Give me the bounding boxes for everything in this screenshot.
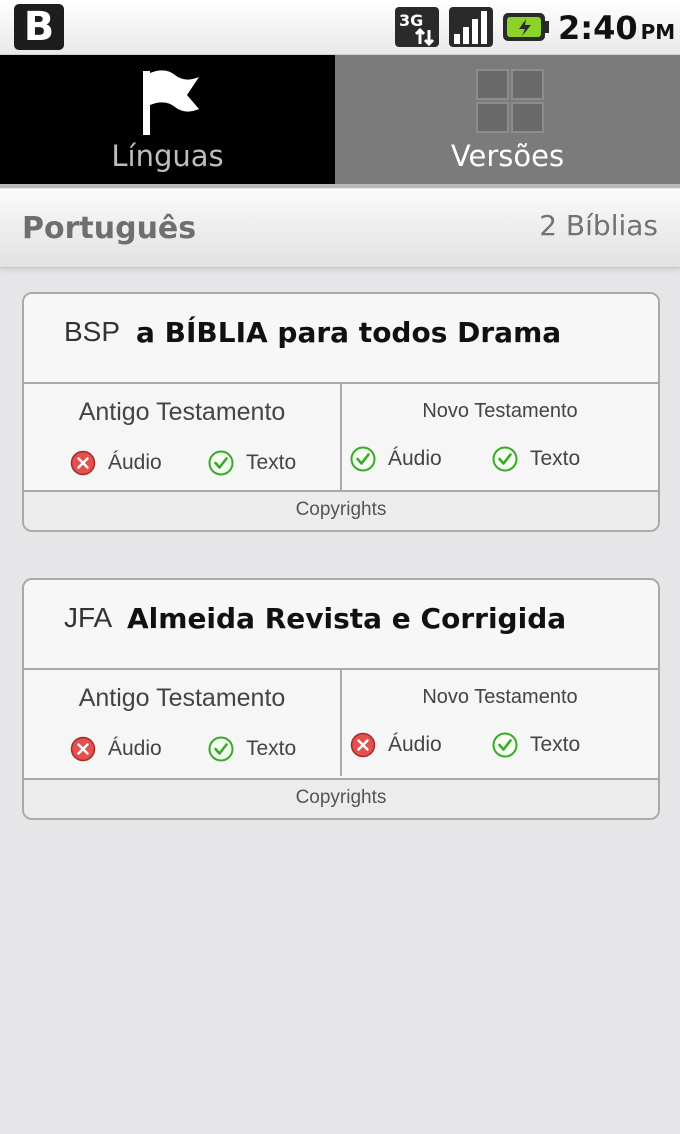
bible-count: 2 Bíblias	[539, 209, 658, 242]
new-testament-text: Texto	[492, 730, 580, 760]
available-check-icon	[208, 450, 234, 476]
network-3g-icon: 3G	[395, 7, 439, 47]
battery-charging-icon	[503, 13, 549, 41]
tab-versoes-label: Versões	[450, 139, 565, 173]
bible-abbreviation: JFA	[64, 602, 113, 633]
testaments-row: Antigo Testamento Áudio Texto Novo Testa…	[24, 670, 658, 776]
copyrights-link[interactable]: Copyrights	[24, 778, 658, 818]
tab-linguas-label: Línguas	[111, 139, 224, 173]
bible-card[interactable]: JFA Almeida Revista e Corrigida Antigo T…	[22, 578, 660, 820]
audio-label: Áudio	[388, 447, 442, 470]
new-testament-title: Novo Testamento	[422, 400, 578, 422]
audio-label: Áudio	[108, 737, 162, 760]
old-testament-cell[interactable]: Antigo Testamento Áudio Texto	[24, 670, 342, 776]
available-check-icon	[350, 446, 376, 472]
new-testament-audio: Áudio	[350, 730, 442, 760]
audio-label: Áudio	[388, 733, 442, 756]
new-testament-cell[interactable]: Novo Testamento Áudio Texto	[342, 670, 658, 776]
unavailable-x-icon	[70, 736, 96, 762]
bible-card-header[interactable]: JFA Almeida Revista e Corrigida	[24, 580, 658, 670]
text-label: Texto	[530, 447, 581, 470]
new-testament-audio: Áudio	[350, 444, 442, 474]
old-testament-audio: Áudio	[70, 734, 162, 764]
bible-card-header[interactable]: BSP a BÍBLIA para todos Drama	[24, 294, 658, 384]
bible-abbreviation: BSP	[64, 316, 121, 347]
audio-label: Áudio	[108, 451, 162, 474]
tab-divider	[0, 184, 680, 188]
available-check-icon	[492, 732, 518, 758]
clock: 2:40 PM	[558, 8, 675, 48]
unavailable-x-icon	[350, 732, 376, 758]
bible-name: Almeida Revista e Corrigida	[127, 602, 567, 635]
text-label: Texto	[246, 737, 297, 760]
text-label: Texto	[246, 451, 297, 474]
unavailable-x-icon	[70, 450, 96, 476]
language-section-header: Português 2 Bíblias	[0, 189, 680, 268]
svg-text:3G: 3G	[399, 11, 423, 30]
old-testament-title: Antigo Testamento	[78, 684, 286, 712]
testaments-row: Antigo Testamento Áudio Texto Novo Testa…	[24, 384, 658, 490]
new-testament-cell[interactable]: Novo Testamento Áudio Texto	[342, 384, 658, 490]
new-testament-title: Novo Testamento	[422, 686, 578, 708]
bible-card[interactable]: BSP a BÍBLIA para todos Drama Antigo Tes…	[22, 292, 660, 532]
clock-ampm: PM	[640, 20, 676, 44]
status-bar: B 3G 2:40 PM	[0, 0, 680, 55]
copyrights-link[interactable]: Copyrights	[24, 490, 658, 530]
grid-icon	[476, 69, 544, 133]
old-testament-text: Texto	[208, 448, 296, 478]
old-testament-text: Texto	[208, 734, 296, 764]
tab-linguas[interactable]: Línguas	[0, 55, 335, 187]
clock-time: 2:40	[558, 9, 638, 47]
app-logo-icon: B	[14, 4, 64, 50]
old-testament-title: Antigo Testamento	[78, 398, 286, 426]
old-testament-audio: Áudio	[70, 448, 162, 478]
tab-versoes[interactable]: Versões	[335, 55, 680, 187]
flag-icon	[143, 70, 199, 135]
text-label: Texto	[530, 733, 581, 756]
tab-bar: Línguas Versões	[0, 55, 680, 187]
available-check-icon	[492, 446, 518, 472]
signal-strength-icon	[449, 7, 493, 47]
bible-name: a BÍBLIA para todos Drama	[136, 316, 562, 349]
section-title: Português	[22, 211, 197, 246]
new-testament-text: Texto	[492, 444, 580, 474]
available-check-icon	[208, 736, 234, 762]
old-testament-cell[interactable]: Antigo Testamento Áudio Texto	[24, 384, 342, 490]
